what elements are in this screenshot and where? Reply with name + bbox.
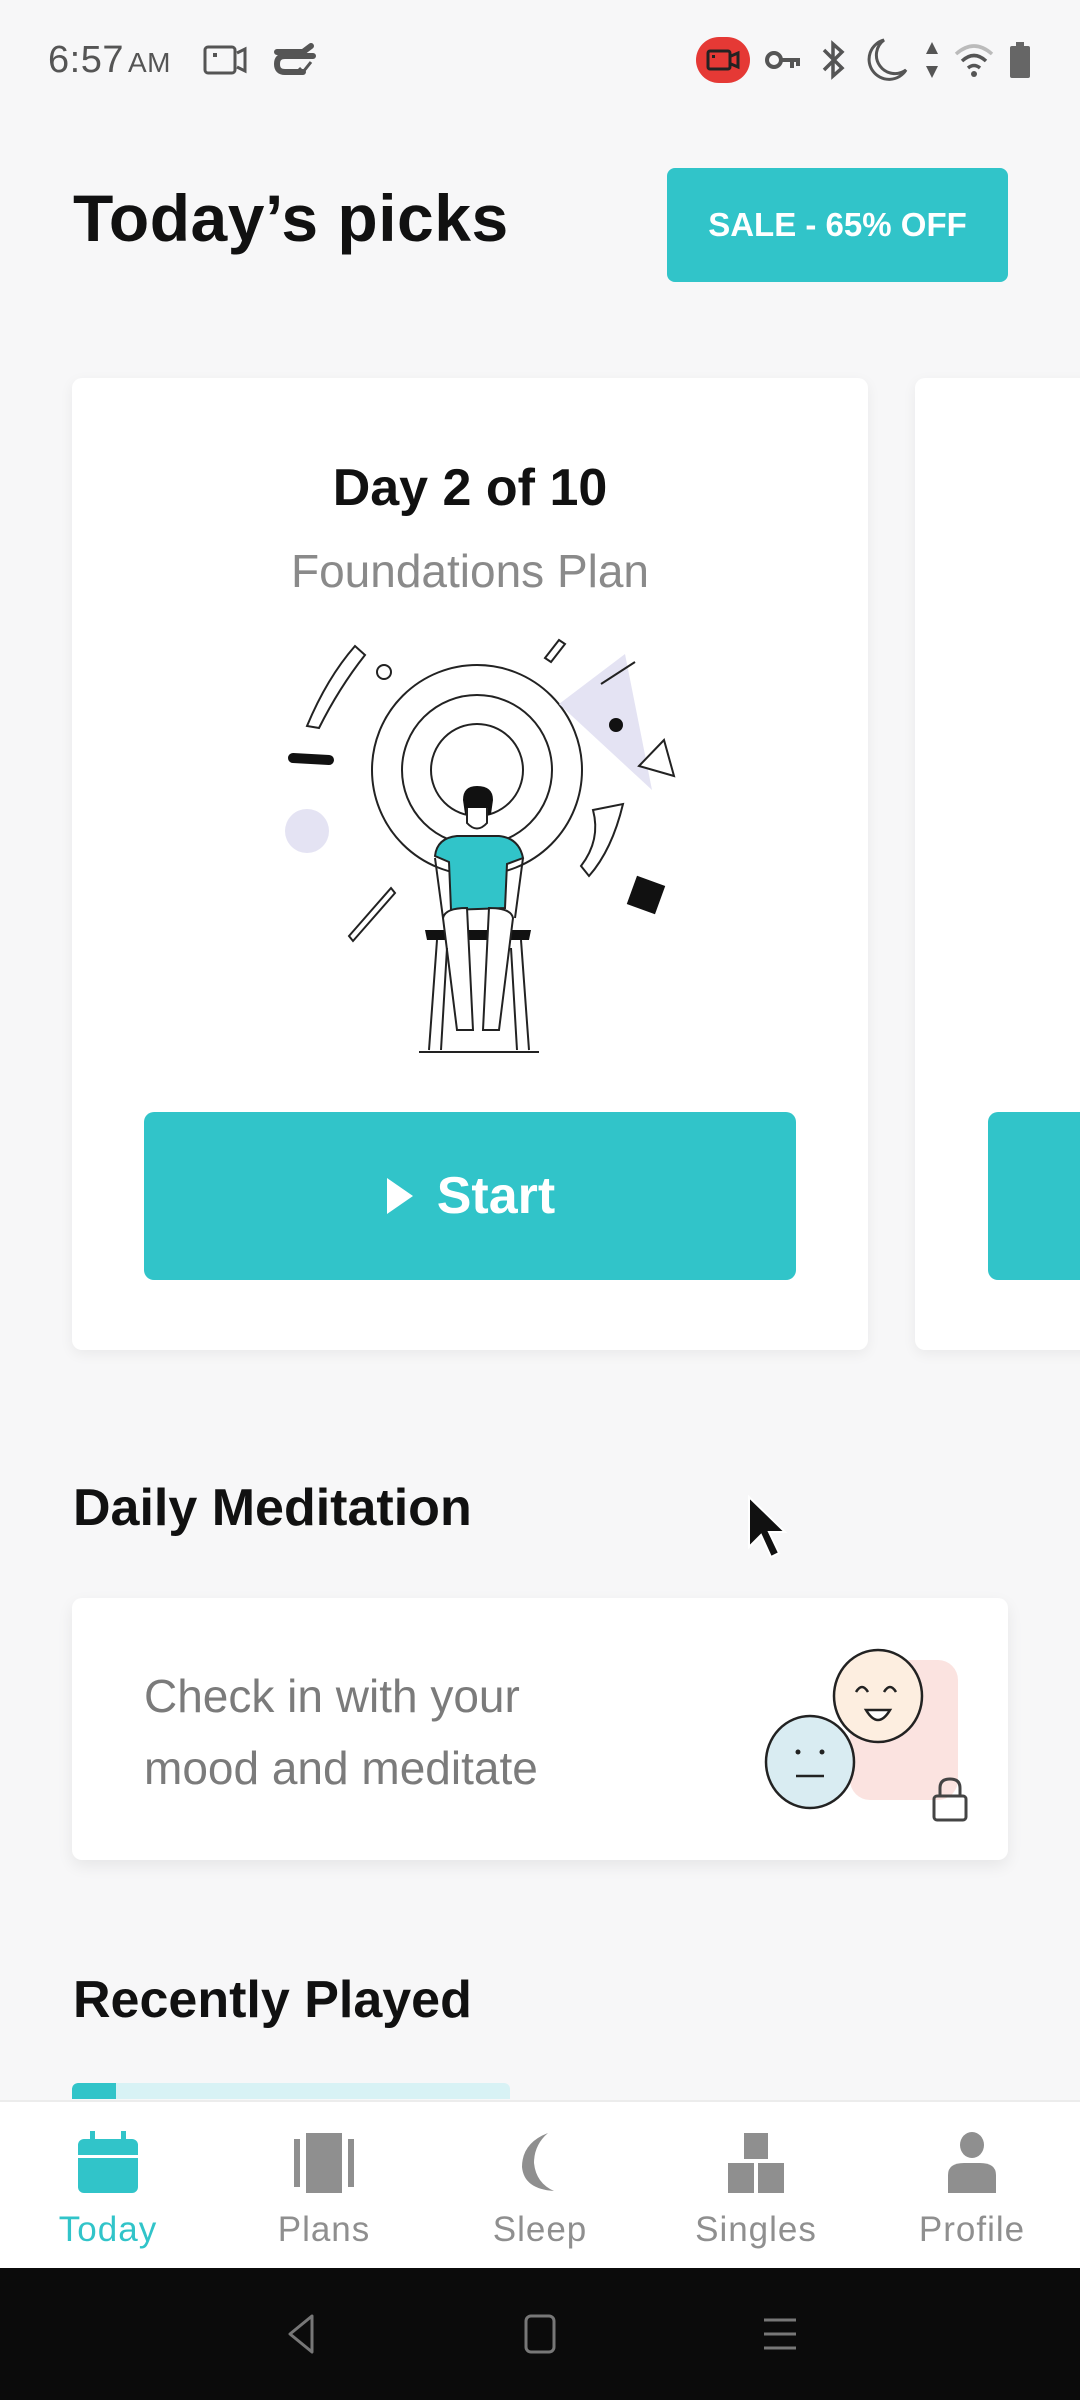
vpn-key-icon (765, 51, 800, 69)
start-button[interactable]: Start (144, 1112, 796, 1280)
recording-icon (696, 37, 750, 83)
lavender-dot (285, 809, 329, 853)
lavender-triangle (559, 654, 652, 790)
nav-tab-profile[interactable]: Profile (864, 2102, 1080, 2268)
nav-tab-plans[interactable]: Plans (216, 2102, 432, 2268)
status-left-icons (203, 42, 317, 78)
bluetooth-icon (822, 40, 845, 80)
daily-meditation-title: Daily Meditation (73, 1479, 472, 1537)
home-icon[interactable] (520, 2312, 560, 2356)
plan-name: Foundations Plan (290, 545, 650, 597)
meditation-illustration (285, 638, 676, 1053)
system-navigation-bar (0, 2268, 1080, 2400)
daily-meditation-text: Check in with your mood and meditate (144, 1670, 538, 1794)
daily-meditation-card[interactable]: Check in with your mood and meditate (72, 1598, 1008, 1860)
person-icon (939, 2130, 1005, 2196)
moon-icon (507, 2130, 573, 2196)
data-arrows-icon (926, 42, 938, 78)
battery-icon (1010, 42, 1030, 78)
nav-tab-sleep[interactable]: Sleep (432, 2102, 648, 2268)
plan-day-label: Day 2 of 10 (332, 459, 608, 517)
next-card-start-button[interactable] (988, 1112, 1080, 1280)
recently-played-progress (72, 2083, 510, 2099)
plans-icon (291, 2130, 357, 2196)
pick-card-next[interactable] (915, 378, 1080, 1350)
pick-card[interactable]: Day 2 of 10 Foundations Plan Start (72, 378, 868, 1350)
screen-record-icon (203, 45, 247, 75)
lock-icon (932, 1777, 968, 1822)
recently-played-title: Recently Played (73, 1971, 472, 2029)
back-icon[interactable] (280, 2312, 320, 2356)
recents-icon[interactable] (760, 2312, 800, 2356)
sale-button[interactable]: SALE - 65% OFF (667, 168, 1008, 282)
nav-tab-singles[interactable]: Singles (648, 2102, 864, 2268)
progress-fill (72, 2083, 116, 2099)
play-icon (386, 1178, 413, 1214)
blocks-icon (723, 2130, 789, 2196)
mouse-cursor-icon (748, 1495, 788, 1559)
status-right-icons (696, 36, 1032, 84)
calendar-icon (75, 2130, 141, 2196)
page-title: Today’s picks (73, 181, 509, 255)
nav-tab-today[interactable]: Today (0, 2102, 216, 2268)
start-button-label: Start (436, 1167, 556, 1225)
sync-icon (273, 43, 316, 75)
status-bar: 6:57 AM (0, 0, 1080, 120)
do-not-disturb-icon (867, 38, 908, 81)
wifi-icon (954, 44, 994, 77)
bottom-nav: Today Plans Sleep Singles Profile (0, 2100, 1080, 2268)
status-time: 6:57 AM (48, 38, 171, 81)
